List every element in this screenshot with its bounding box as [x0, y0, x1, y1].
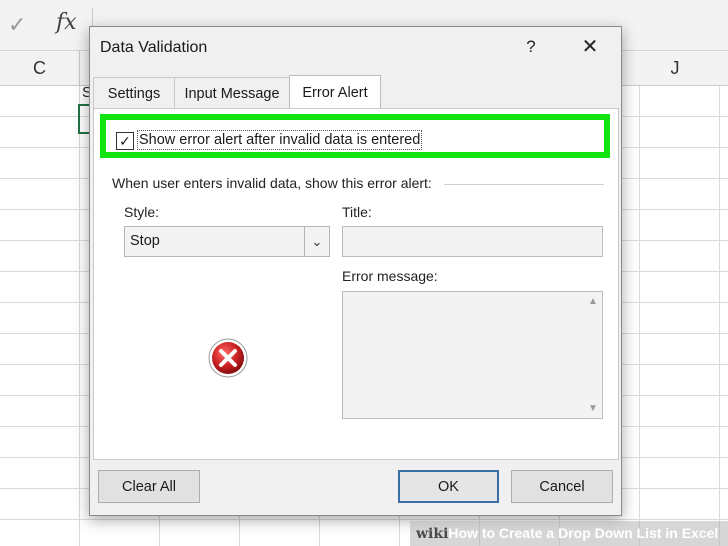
style-select[interactable]: Stop ⌄ — [124, 226, 330, 257]
watermark: wikiHow to Create a Drop Down List in Ex… — [410, 521, 728, 546]
column-header-c[interactable]: C — [0, 51, 80, 85]
error-message-textarea[interactable]: ▲ ▼ — [342, 291, 603, 419]
cancel-button[interactable]: Cancel — [511, 470, 613, 503]
watermark-text: wikiHow to Create a Drop Down List in Ex… — [416, 525, 718, 542]
scroll-up-icon[interactable]: ▲ — [584, 296, 602, 307]
column-header-j[interactable]: J — [620, 51, 728, 85]
fx-label[interactable]: fx — [56, 10, 77, 35]
error-alert-panel: ✓ Show error alert after invalid data is… — [93, 108, 619, 460]
title-label: Title: — [342, 204, 372, 220]
checkmark-icon[interactable]: ✓ — [8, 12, 26, 38]
error-stop-icon — [208, 338, 248, 378]
style-select-value: Stop — [130, 233, 160, 249]
group-divider — [444, 184, 604, 185]
ok-button[interactable]: OK — [398, 470, 499, 503]
data-validation-dialog: Data Validation ? ✕ Settings Input Messa… — [89, 26, 622, 516]
scrollbar[interactable]: ▲ ▼ — [584, 292, 602, 418]
show-alert-checkbox[interactable]: ✓ — [116, 132, 134, 150]
tab-settings[interactable]: Settings — [93, 77, 175, 109]
style-label: Style: — [124, 204, 160, 220]
error-message-label: Error message: — [342, 268, 438, 284]
tab-input-message[interactable]: Input Message — [174, 77, 290, 109]
show-alert-checkbox-label[interactable]: Show error alert after invalid data is e… — [137, 130, 423, 150]
tab-error-alert[interactable]: Error Alert — [289, 75, 381, 109]
help-button[interactable]: ? — [520, 35, 542, 59]
checkbox-highlight: ✓ Show error alert after invalid data is… — [100, 114, 610, 158]
close-icon[interactable]: ✕ — [578, 35, 602, 59]
title-input[interactable] — [342, 226, 603, 257]
watermark-brand: wiki — [416, 526, 449, 542]
scroll-down-icon[interactable]: ▼ — [584, 403, 602, 414]
error-alert-group-label: When user enters invalid data, show this… — [112, 175, 438, 191]
dialog-title: Data Validation — [100, 39, 208, 56]
chevron-down-icon[interactable]: ⌄ — [304, 227, 329, 256]
watermark-title: How to Create a Drop Down List in Excel — [448, 525, 719, 541]
clear-all-button[interactable]: Clear All — [98, 470, 200, 503]
